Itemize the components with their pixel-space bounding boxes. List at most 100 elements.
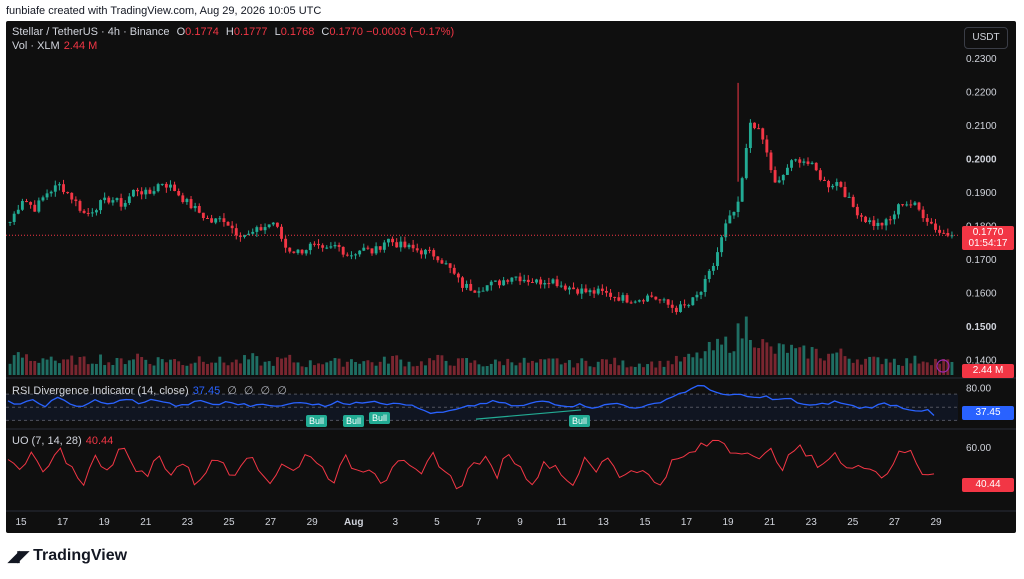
candle-body xyxy=(234,228,238,236)
volume-bar xyxy=(810,347,814,375)
volume-bar xyxy=(716,338,719,375)
volume-bar xyxy=(345,361,349,375)
volume-bar xyxy=(407,361,411,375)
volume-bar xyxy=(156,357,160,375)
volume-bar xyxy=(234,359,238,375)
volume-bar xyxy=(489,363,493,375)
volume-bar xyxy=(312,365,316,375)
volume-bar xyxy=(592,367,596,375)
volume-bar xyxy=(325,362,329,375)
time-tick-label: 19 xyxy=(99,517,111,528)
volume-bar xyxy=(16,352,20,375)
volume-bar xyxy=(144,359,148,375)
rsi-legend: RSI Divergence Indicator (14, close) 37.4… xyxy=(12,384,289,397)
candle-body xyxy=(62,184,65,193)
chart-canvas[interactable]: 0.23000.22000.21000.20000.19000.18000.17… xyxy=(6,21,1016,533)
rsi-name: RSI Divergence Indicator (14, close) xyxy=(12,385,189,397)
candle-body xyxy=(769,152,773,171)
close-value: 0.1770 xyxy=(329,26,364,38)
volume-bar xyxy=(703,351,707,375)
candlestick-series xyxy=(6,82,958,315)
candle-body xyxy=(711,265,715,271)
volume-bar xyxy=(185,365,189,375)
bull-label: Bull xyxy=(369,412,391,424)
open-label: O xyxy=(176,26,186,38)
tradingview-logo[interactable]: ◢◤ TradingView xyxy=(8,547,127,565)
volume-bar xyxy=(535,362,538,375)
chart-frame[interactable]: 0.23000.22000.21000.20000.19000.18000.17… xyxy=(6,21,1016,533)
volume-bar xyxy=(485,365,489,375)
volume-bar xyxy=(502,365,506,375)
volume-bar xyxy=(687,353,691,375)
candle-body xyxy=(70,192,74,200)
candle-body xyxy=(123,202,127,207)
candle-body xyxy=(543,283,547,285)
candle-body xyxy=(271,222,275,225)
volume-bar xyxy=(880,364,884,375)
volume-bar xyxy=(436,354,440,375)
candle-body xyxy=(518,276,522,282)
volume-bar xyxy=(596,361,600,375)
volume-legend: Vol · XLM 2.44 M xyxy=(12,40,97,52)
candle-body xyxy=(921,209,925,219)
candle-body xyxy=(605,290,608,293)
candle-body xyxy=(563,285,567,290)
volume-bar xyxy=(625,367,629,375)
candle-body xyxy=(292,251,296,253)
rsi-tag: 37.45 xyxy=(962,406,1014,420)
candle-body xyxy=(526,279,530,283)
volume-bar xyxy=(267,361,271,375)
candle-body xyxy=(415,248,419,251)
uo-series xyxy=(7,439,935,490)
volume-bar xyxy=(794,348,798,375)
candle-body xyxy=(452,267,456,274)
volume-bar xyxy=(29,360,33,375)
candle-body xyxy=(267,224,271,228)
currency-button[interactable]: USDT xyxy=(964,27,1008,49)
volume-bar xyxy=(609,364,613,375)
volume-bar xyxy=(847,358,851,375)
volume-bar xyxy=(683,356,687,375)
volume-bar xyxy=(563,362,567,375)
candle-body xyxy=(613,296,617,298)
volume-bar xyxy=(588,366,592,375)
candle-body xyxy=(522,279,526,282)
volume-bar xyxy=(728,352,732,375)
candle-body xyxy=(136,189,140,192)
volume-bar xyxy=(646,364,650,375)
time-tick-label: 9 xyxy=(517,517,523,528)
volume-bar xyxy=(337,358,341,375)
volume-bar xyxy=(790,344,793,375)
candle-body xyxy=(777,180,781,183)
volume-bar xyxy=(358,363,362,375)
candle-body xyxy=(337,245,341,247)
time-tick-label: 3 xyxy=(393,517,399,528)
candle-body xyxy=(247,233,251,235)
candle-body xyxy=(345,254,349,256)
time-tick-label: 17 xyxy=(57,517,69,528)
volume-bar xyxy=(526,362,530,375)
volume-bar xyxy=(349,359,353,375)
candle-body xyxy=(781,174,785,181)
volume-bar xyxy=(304,367,308,375)
candle-body xyxy=(156,184,160,192)
candle-body xyxy=(843,186,847,198)
volume-bar xyxy=(136,353,140,375)
candle-body xyxy=(45,193,49,198)
volume-bar xyxy=(539,359,543,375)
volume-bar xyxy=(855,359,859,375)
candle-body xyxy=(925,218,929,222)
volume-bar xyxy=(674,355,678,375)
volume-bar xyxy=(255,356,259,375)
candle-body xyxy=(646,295,650,302)
volume-bar xyxy=(530,360,534,375)
candle-body xyxy=(757,128,761,130)
volume-bar xyxy=(366,360,370,375)
candle-body xyxy=(362,247,366,251)
candle-body xyxy=(86,212,90,214)
volume-bar xyxy=(876,357,880,375)
volume-bar xyxy=(411,366,415,375)
candle-body xyxy=(588,290,592,293)
candle-body xyxy=(567,287,571,290)
volume-bar xyxy=(666,360,670,375)
